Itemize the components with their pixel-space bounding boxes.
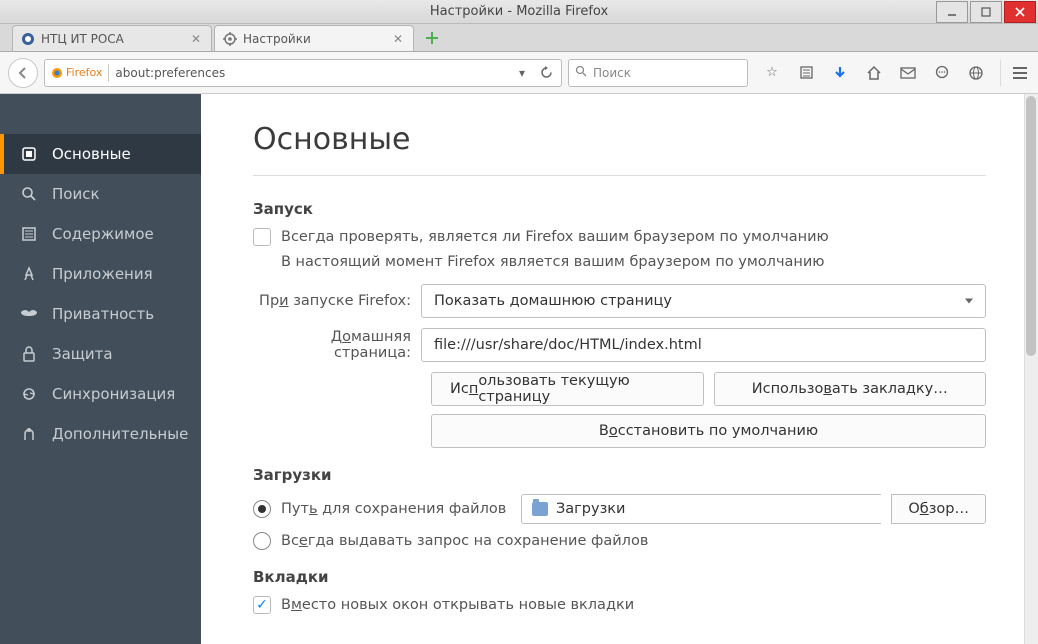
use-current-page-button[interactable]: Использовать текущую страницу (431, 372, 704, 406)
preferences-sidebar: Основные Поиск Содержимое Приложения При… (0, 94, 201, 644)
reload-icon[interactable] (537, 64, 555, 82)
section-title-tabs: Вкладки (253, 568, 986, 586)
tab-close-icon[interactable]: ✕ (391, 32, 405, 46)
reading-list-icon[interactable] (796, 63, 816, 83)
browser-tab-settings[interactable]: Настройки ✕ (214, 25, 414, 51)
search-bar[interactable]: Поиск (568, 59, 748, 87)
url-bar[interactable]: Firefox about:preferences ▾ (44, 59, 562, 87)
restore-default-button[interactable]: Восстановить по умолчанию (431, 414, 986, 448)
menu-button[interactable] (1000, 59, 1030, 87)
sidebar-item-content[interactable]: Содержимое (0, 214, 201, 254)
sidebar-item-label: Приложения (52, 265, 153, 283)
search-icon (20, 185, 38, 203)
section-title-startup: Запуск (253, 200, 986, 218)
startup-action-label: При запуске Firefox: (253, 293, 421, 309)
sidebar-item-search[interactable]: Поиск (0, 174, 201, 214)
home-icon[interactable] (864, 63, 884, 83)
sidebar-item-sync[interactable]: Синхронизация (0, 374, 201, 414)
window-close-button[interactable] (1004, 1, 1036, 23)
downloads-icon[interactable] (830, 63, 850, 83)
sidebar-item-applications[interactable]: Приложения (0, 254, 201, 294)
check-default-browser-checkbox[interactable] (253, 228, 271, 246)
window-minimize-button[interactable] (936, 1, 968, 23)
sidebar-item-label: Защита (52, 345, 113, 363)
privacy-icon (20, 305, 38, 323)
lock-icon (20, 345, 38, 363)
sidebar-item-label: Поиск (52, 185, 100, 203)
window-maximize-button[interactable] (970, 1, 1002, 23)
homepage-input[interactable] (421, 328, 986, 362)
gear-icon (223, 32, 237, 46)
tab-label: НТЦ ИТ РОСА (41, 32, 124, 46)
window-titlebar: Настройки - Mozilla Firefox (0, 0, 1038, 24)
chat-icon[interactable] (932, 63, 952, 83)
preferences-main: Основные Запуск Всегда проверять, являет… (201, 94, 1038, 644)
sidebar-item-general[interactable]: Основные (0, 134, 201, 174)
firefox-identity-icon: Firefox (51, 66, 102, 79)
dropdown-icon[interactable]: ▾ (513, 64, 531, 82)
new-tab-button[interactable] (420, 26, 444, 50)
applications-icon (20, 265, 38, 283)
general-icon (20, 145, 38, 163)
browser-tab-rosa[interactable]: НТЦ ИТ РОСА ✕ (12, 25, 212, 51)
sidebar-item-label: Синхронизация (52, 385, 175, 403)
sidebar-item-security[interactable]: Защита (0, 334, 201, 374)
startup-action-select[interactable]: Показать домашнюю страницу (421, 284, 986, 318)
always-ask-label: Всегда выдавать запрос на сохранение фай… (281, 533, 648, 549)
window-title: Настройки - Mozilla Firefox (430, 4, 608, 19)
url-text: about:preferences (115, 66, 507, 80)
bookmark-star-icon[interactable]: ☆ (762, 63, 782, 83)
tab-label: Настройки (243, 32, 311, 46)
check-default-label: Всегда проверять, является ли Firefox ва… (281, 229, 829, 245)
sidebar-item-privacy[interactable]: Приватность (0, 294, 201, 334)
search-placeholder: Поиск (593, 66, 631, 80)
download-path-field[interactable]: Загрузки (521, 494, 881, 524)
page-title: Основные (253, 122, 986, 176)
sidebar-item-label: Дополнительные (52, 425, 188, 443)
advanced-icon (20, 425, 38, 443)
section-title-downloads: Загрузки (253, 466, 986, 484)
browse-button[interactable]: Обзор… (891, 494, 986, 524)
tab-close-icon[interactable]: ✕ (189, 32, 203, 46)
rosa-icon (21, 32, 35, 46)
sidebar-item-label: Основные (52, 145, 131, 163)
save-to-label: Путь для сохранения файлов (281, 501, 511, 517)
content-scrollbar[interactable] (1024, 94, 1038, 644)
save-to-radio[interactable] (253, 500, 271, 518)
back-button[interactable] (8, 58, 38, 88)
open-tabs-checkbox[interactable] (253, 596, 271, 614)
sidebar-item-advanced[interactable]: Дополнительные (0, 414, 201, 454)
search-icon (575, 65, 587, 80)
always-ask-radio[interactable] (253, 532, 271, 550)
sidebar-item-label: Содержимое (52, 225, 154, 243)
default-browser-status: В настоящий момент Firefox является ваши… (281, 254, 986, 270)
sync-icon (20, 385, 38, 403)
mail-icon[interactable] (898, 63, 918, 83)
open-tabs-label: Вместо новых окон открывать новые вкладк… (281, 597, 634, 613)
globe-icon[interactable] (966, 63, 986, 83)
sidebar-item-label: Приватность (52, 305, 154, 323)
content-icon (20, 225, 38, 243)
scrollbar-thumb[interactable] (1026, 96, 1036, 356)
homepage-label: Домашняя страница: (253, 329, 421, 361)
browser-tabbar: НТЦ ИТ РОСА ✕ Настройки ✕ (0, 24, 1038, 52)
use-bookmark-button[interactable]: Использовать закладку… (714, 372, 987, 406)
folder-icon (532, 502, 548, 516)
preferences-content: Основные Поиск Содержимое Приложения При… (0, 94, 1038, 644)
browser-navbar: Firefox about:preferences ▾ Поиск ☆ (0, 52, 1038, 94)
